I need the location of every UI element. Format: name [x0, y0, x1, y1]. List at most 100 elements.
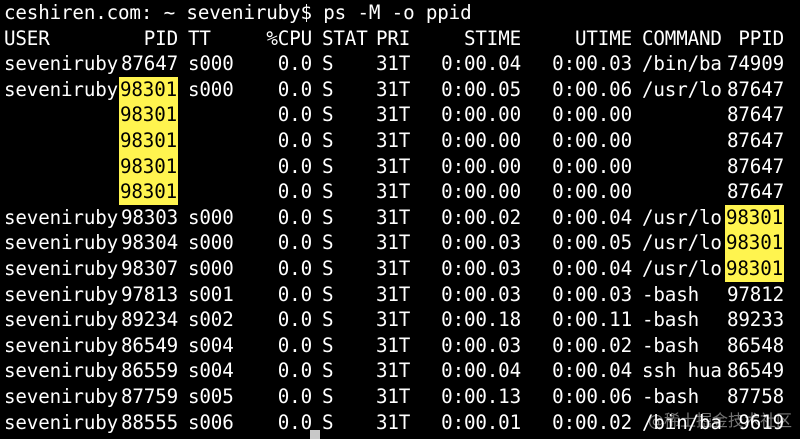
cell-tt: s005: [188, 385, 234, 408]
table-row: 98301 0.0 S 31T 0:00.00 0:00.00 87647: [0, 179, 800, 205]
cell-user: seveniruby: [4, 231, 119, 255]
cell-pri: 31T: [376, 410, 411, 434]
cell-user: seveniruby: [4, 205, 119, 229]
cell-utime: 0:00.02: [552, 333, 632, 357]
cell-stat: S: [322, 410, 334, 434]
cell-cpu: 0.0: [277, 385, 312, 408]
cell-command: /usr/lo: [642, 77, 722, 101]
cell-tt: s004: [188, 333, 234, 357]
table-row: seveniruby 89234 s002 0.0 S 31T 0:00.18 0:00.11…: [0, 307, 800, 333]
cell-pri: 31T: [376, 359, 411, 383]
command-prompt-line: ceshiren.com: ~ seveniruby$ ps -M -o ppi…: [0, 0, 800, 26]
table-row: 98301 0.0 S 31T 0:00.00 0:00.00 87647: [0, 153, 800, 180]
cell-pri: 31T: [376, 180, 411, 204]
table-row: 98301 0.0 S 31T 0:00.00 0:00.00 87647: [0, 128, 800, 154]
cell-stat: S: [322, 333, 334, 357]
cell-pri: 31T: [376, 77, 411, 101]
cell-user: seveniruby: [4, 257, 119, 280]
cell-pri: 31T: [376, 282, 411, 306]
cell-utime: 0:00.00: [552, 129, 632, 152]
cell-ppid: 98301: [724, 256, 784, 282]
cell-pid: 87759: [120, 385, 178, 408]
header-stime: STIME: [463, 26, 521, 50]
cell-user: seveniruby: [4, 410, 119, 434]
cell-command: -bash: [642, 385, 700, 408]
cell-cpu: 0.0: [277, 129, 312, 152]
cell-tt: s001: [188, 282, 234, 306]
cell-user: seveniruby: [4, 359, 119, 383]
cell-user: seveniruby: [4, 77, 119, 101]
cell-command: -bash: [642, 282, 700, 306]
cell-pid: 98304: [120, 231, 178, 255]
cell-cpu: 0.0: [277, 52, 312, 76]
cell-stat: S: [322, 231, 334, 255]
cell-ppid: 98301: [724, 204, 784, 231]
header-pid: PID: [143, 26, 178, 50]
cell-command: /bin/ba: [642, 52, 722, 76]
text-cursor: [310, 430, 320, 439]
cell-stat: S: [322, 257, 334, 280]
cell-stat: S: [322, 308, 334, 332]
cell-pid: 98301: [118, 179, 178, 205]
cell-pri: 31T: [376, 52, 411, 76]
cell-stat: S: [322, 52, 334, 76]
table-header-row: USER PID TT %CPU STAT PRI STIME UTIME COMMAND PPI…: [0, 26, 800, 52]
cell-utime: 0:00.06: [552, 77, 632, 101]
cell-pid: 86549: [120, 333, 178, 357]
cell-utime: 0:00.06: [552, 385, 632, 408]
cell-pid: 89234: [120, 308, 178, 332]
cell-pid: 97813: [120, 282, 178, 306]
cell-command: /usr/lo: [642, 231, 722, 255]
cell-tt: s004: [188, 359, 234, 383]
cell-utime: 0:00.00: [552, 154, 632, 178]
cell-command: /usr/lo: [642, 205, 722, 229]
terminal-window[interactable]: ceshiren.com: ~ seveniruby$ ps -M -o ppi…: [0, 0, 800, 439]
cell-utime: 0:00.05: [552, 231, 632, 255]
cell-command: /usr/lo: [642, 257, 722, 280]
cell-pri: 31T: [376, 154, 411, 178]
cell-utime: 0:00.04: [552, 205, 632, 229]
cell-pid: 98307: [120, 257, 178, 280]
cell-ppid: 98301: [724, 230, 784, 256]
cell-stime: 0:00.13: [441, 385, 521, 408]
table-row: seveniruby 97813 s001 0.0 S 31T 0:00.03 0:00.03…: [0, 282, 800, 308]
cell-pri: 31T: [376, 205, 411, 229]
cell-stime: 0:00.02: [441, 205, 521, 229]
watermark: @稀土掘金技术社区: [647, 411, 792, 430]
cell-ppid: 97812: [726, 282, 784, 306]
cell-pid: 87647: [120, 52, 178, 76]
cell-utime: 0:00.00: [552, 180, 632, 204]
table-row: seveniruby 98301 s000 0.0 S 31T 0:00.05 0:00.06…: [0, 76, 800, 103]
cell-utime: 0:00.03: [552, 282, 632, 306]
header-stat: STAT: [322, 26, 368, 50]
cell-pid: 98301: [118, 76, 178, 103]
cell-stime: 0:00.05: [441, 77, 521, 101]
cell-ppid: 86548: [726, 333, 784, 357]
table-row: seveniruby 98307 s000 0.0 S 31T 0:00.03 0:00.04…: [0, 256, 800, 282]
cell-pid: 98301: [118, 102, 178, 128]
table-row: seveniruby 86559 s004 0.0 S 31T 0:00.04 0:00.04…: [0, 358, 800, 384]
cell-stime: 0:00.03: [441, 333, 521, 357]
cell-ppid: 87647: [726, 180, 784, 204]
cell-stime: 0:00.03: [441, 231, 521, 255]
cell-tt: s000: [188, 77, 234, 101]
cell-utime: 0:00.00: [552, 103, 632, 127]
cell-cpu: 0.0: [277, 77, 312, 101]
table-row: seveniruby 98304 s000 0.0 S 31T 0:00.03 0:00.05…: [0, 230, 800, 256]
cell-pri: 31T: [376, 308, 411, 332]
cell-ppid: 87758: [726, 385, 784, 408]
cell-cpu: 0.0: [277, 333, 312, 357]
cell-utime: 0:00.04: [552, 359, 632, 383]
header-ppid: PPID: [738, 26, 784, 50]
cell-cpu: 0.0: [277, 205, 312, 229]
cell-stat: S: [322, 103, 334, 127]
cell-pid: 98301: [118, 128, 178, 154]
header-utime: UTIME: [574, 26, 632, 50]
cell-stime: 0:00.00: [441, 180, 521, 204]
table-row: seveniruby 87647 s000 0.0 S 31T 0:00.04 0:00.03…: [0, 51, 800, 77]
cell-cpu: 0.0: [277, 410, 312, 434]
cell-cpu: 0.0: [277, 257, 312, 280]
cell-stat: S: [322, 129, 334, 152]
cell-pid: 98301: [118, 153, 178, 180]
cell-ppid: 87647: [726, 103, 784, 127]
